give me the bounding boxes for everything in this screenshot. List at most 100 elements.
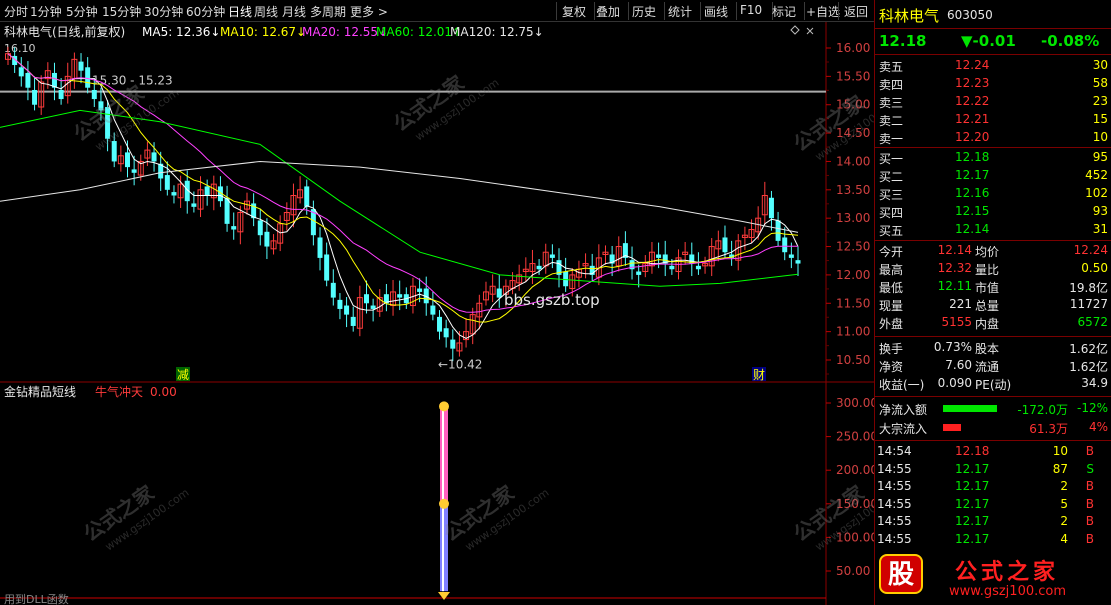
quote-row: 买四 12.15 93: [875, 203, 1111, 221]
tick-price: 12.17: [955, 531, 990, 546]
candle-body: [636, 271, 642, 275]
candle-body: [58, 89, 64, 100]
stat-value: 11727: [1069, 297, 1108, 311]
bid-price: 12.15: [955, 204, 990, 218]
bid-volume: 31: [1092, 222, 1108, 236]
tick-volume: 2: [1060, 479, 1068, 493]
divider: [875, 54, 1111, 55]
candle-body: [78, 61, 84, 71]
chart-area[interactable]: 16.00 15.50 15.00 14.50 14.00 13.50 13.00 12.50…: [0, 22, 874, 605]
toolbar-button[interactable]: +自选: [806, 3, 840, 20]
tick-side: S: [1086, 461, 1094, 476]
logo-url: www.gszj100.com: [949, 584, 1067, 599]
period-tab[interactable]: 分时: [4, 3, 28, 20]
flow-pct: 4%: [1088, 420, 1108, 434]
high-marker: 16.10: [4, 42, 36, 55]
candle-body: [304, 186, 310, 207]
quote-row: 外盘 5155 内盘 6572: [875, 314, 1111, 332]
stat-value: 12.14: [937, 243, 972, 257]
toolbar-button[interactable]: 叠加: [596, 3, 620, 20]
quote-row: 换手 0.73% 股本 1.62亿: [875, 339, 1111, 357]
tick-volume: 2: [1060, 514, 1068, 528]
tick-price: 12.18: [955, 444, 990, 458]
tick-volume: 5: [1060, 496, 1068, 511]
quote-row: 卖四 12.23 58: [875, 75, 1111, 93]
candle-body: [264, 231, 270, 247]
stat-value: 34.9: [1081, 376, 1108, 390]
tick-volume: 10: [1052, 444, 1068, 458]
quote-row: 净流入额 -172.0万 -12%: [875, 400, 1111, 418]
stat-value: 0.73%: [933, 340, 972, 354]
stat-label: 收益(一): [879, 378, 925, 392]
toolbar-divider: [700, 2, 701, 20]
quote-row: 卖二 12.21 15: [875, 111, 1111, 129]
toolbar-button[interactable]: 统计: [668, 3, 692, 20]
ask-label: 卖四: [879, 78, 904, 92]
quote-row: 买五 12.14 31: [875, 221, 1111, 239]
top-marker-icon: [439, 401, 449, 412]
period-toolbar: 分时 1分钟 5分钟 15分钟 30分钟 60分钟 日线 周线 月线 多周期 更多 > 复权 叠加 历史统…: [0, 0, 877, 22]
candle-body: [131, 169, 137, 173]
divider: [875, 147, 1111, 148]
quote-row: 最高 12.32 量比 0.50: [875, 260, 1111, 278]
jian-marker[interactable]: 减: [177, 368, 189, 382]
toolbar-button[interactable]: 画线: [704, 3, 728, 20]
candle-body: [536, 265, 542, 270]
stat-label: 最高: [879, 263, 904, 277]
toolbar-button[interactable]: F10: [740, 3, 762, 17]
candle-body: [669, 265, 675, 270]
period-tab[interactable]: 15分钟: [102, 3, 141, 20]
toolbar-divider: [594, 2, 595, 20]
quote-row: 卖五 12.24 30: [875, 57, 1111, 75]
stat-label: 股本: [975, 342, 1000, 356]
stat-value: 0.50: [1081, 261, 1108, 275]
candle-body: [496, 288, 502, 298]
candle-body: [204, 186, 210, 196]
quote-row: 买二 12.17 452: [875, 167, 1111, 185]
toolbar-button[interactable]: 返回: [844, 3, 868, 20]
candle-body: [430, 305, 436, 315]
y-tick-label: 13.50: [836, 183, 870, 197]
period-tab[interactable]: 周线: [254, 3, 278, 20]
tick-side: B: [1085, 531, 1094, 546]
stat-label: 换手: [879, 342, 904, 356]
toolbar-button[interactable]: 标记: [772, 3, 796, 20]
candle-body: [795, 260, 801, 264]
tick-time: 14:55: [877, 461, 912, 476]
ind-y-label: 50.00: [836, 564, 870, 578]
tick-side: B: [1085, 444, 1094, 458]
y-tick-label: 10.50: [836, 353, 870, 367]
quote-row: 12.18 ▼-0.01 -0.08%: [875, 32, 1111, 50]
candle-body: [171, 192, 177, 196]
candle-body: [782, 237, 788, 253]
toolbar-button[interactable]: 历史: [632, 3, 656, 20]
stat-label: 市值: [975, 281, 1000, 295]
quote-row: 现量 221 总量 11727: [875, 296, 1111, 314]
period-tab[interactable]: 更多 >: [350, 3, 388, 20]
period-tab[interactable]: 60分钟: [186, 3, 225, 20]
ask-volume: 58: [1092, 76, 1108, 90]
quote-row: 今开 12.14 均价 12.24: [875, 242, 1111, 260]
quote-row: 14:55 12.17 4 B: [875, 531, 1111, 549]
period-tab[interactable]: 多周期: [310, 3, 346, 20]
kline-chart[interactable]: 16.0015.5015.0014.5014.0013.5013.0012.50…: [0, 22, 874, 605]
period-tab[interactable]: 1分钟: [30, 3, 62, 20]
period-tab[interactable]: 月线: [282, 3, 306, 20]
ask-label: 卖三: [879, 96, 904, 110]
y-tick-label: 15.50: [836, 69, 870, 83]
candle-body: [191, 203, 197, 207]
candle-body: [437, 316, 443, 332]
period-tab[interactable]: 日线: [228, 3, 252, 20]
indicator-bar-core: [442, 403, 444, 592]
toolbar-button[interactable]: 复权: [562, 3, 586, 20]
cai-marker[interactable]: 财: [753, 368, 765, 382]
flow-bar: [943, 424, 961, 431]
tick-side: B: [1085, 479, 1094, 493]
tick-side: B: [1085, 496, 1094, 511]
quote-row: 卖三 12.22 23: [875, 93, 1111, 111]
period-tab[interactable]: 30分钟: [144, 3, 183, 20]
tick-side: B: [1085, 514, 1094, 528]
period-tab[interactable]: 5分钟: [66, 3, 98, 20]
bid-label: 买四: [879, 206, 904, 220]
toolbar-divider: [804, 2, 805, 20]
